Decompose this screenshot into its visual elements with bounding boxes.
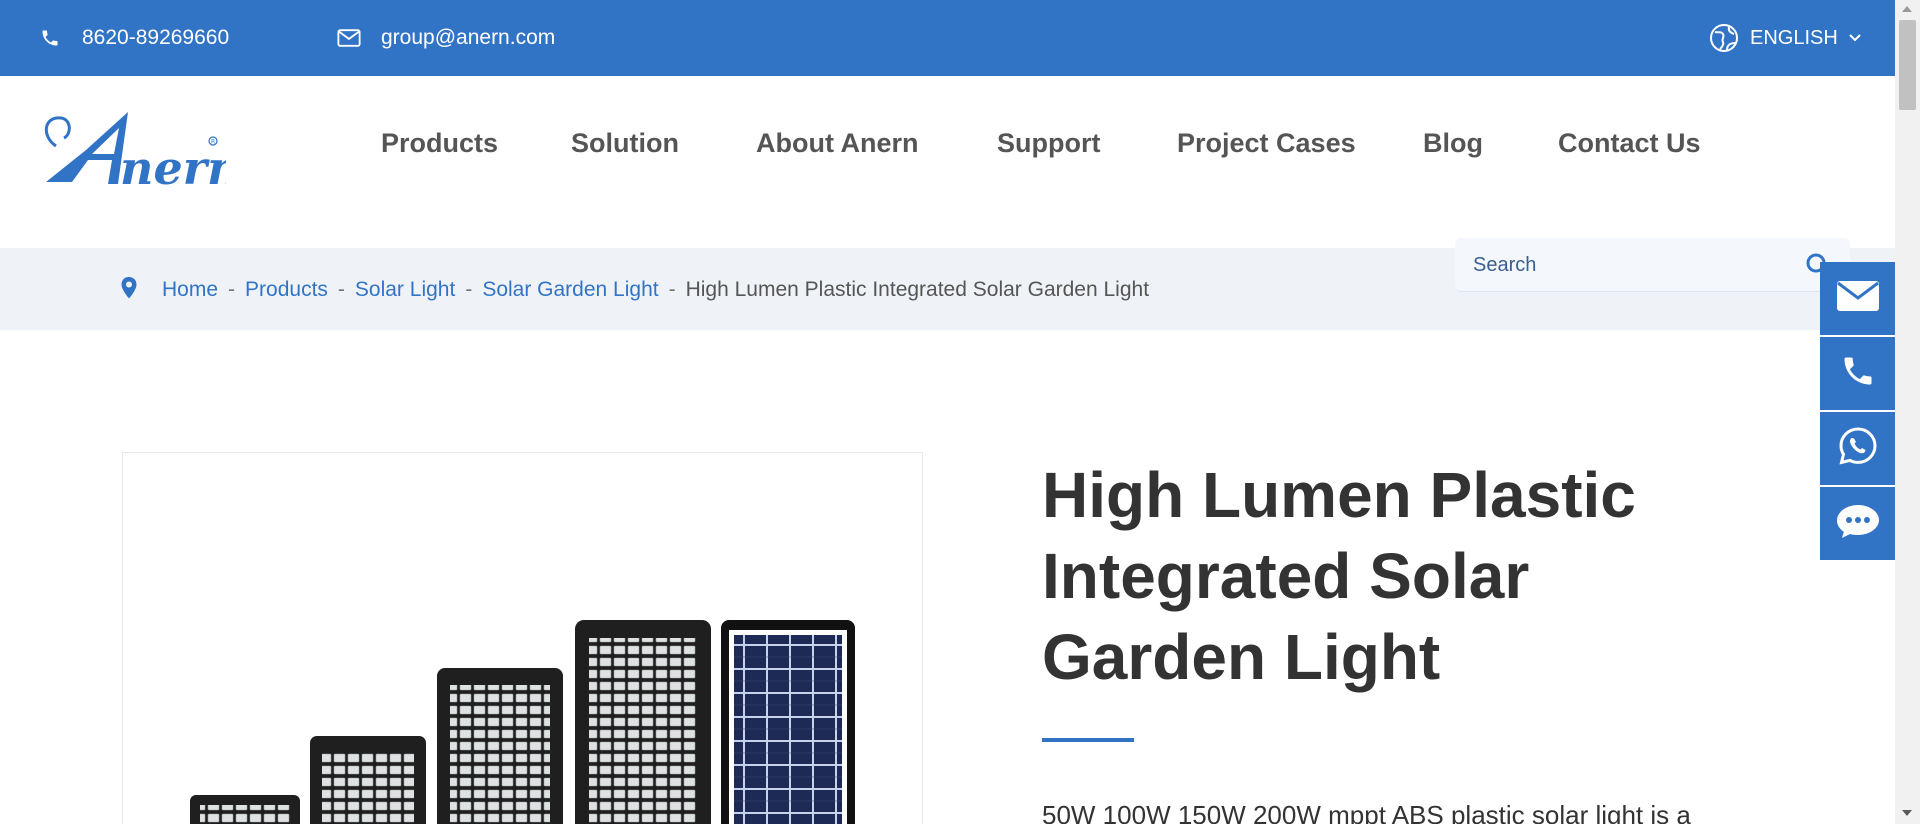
breadcrumb-products[interactable]: Products (245, 278, 328, 301)
breadcrumb: Home - Products - Solar Light - Solar Garden L… (162, 278, 1149, 302)
scrollbar-thumb[interactable] (1899, 20, 1916, 110)
nav-project-cases[interactable]: Project Cases (1177, 128, 1356, 159)
breadcrumb-separator: - (668, 278, 676, 301)
svg-text:nern: nern (120, 141, 226, 195)
phone-link[interactable]: 8620-89269660 (38, 0, 229, 76)
nav-contact-us[interactable]: Contact Us (1558, 128, 1701, 159)
scroll-up-arrow-icon[interactable] (1902, 6, 1912, 12)
title-divider (1042, 738, 1134, 742)
mail-icon (1836, 280, 1880, 317)
search-input[interactable] (1473, 248, 1773, 282)
product-title: High Lumen Plastic Integrated Solar Gard… (1042, 455, 1742, 698)
language-selector[interactable]: ENGLISH (1708, 0, 1862, 76)
product-title-line: Garden Light (1042, 621, 1441, 693)
top-contact-bar: 8620-89269660 group@anern.com ENGLISH (0, 0, 1895, 76)
nav-support[interactable]: Support (997, 128, 1100, 159)
side-chat-button[interactable] (1820, 487, 1895, 560)
breadcrumb-separator: - (228, 278, 236, 301)
product-image[interactable] (122, 452, 923, 824)
nav-solution[interactable]: Solution (571, 128, 679, 159)
nav-products[interactable]: Products (381, 128, 498, 159)
language-label: ENGLISH (1750, 26, 1838, 49)
product-title-line: High Lumen Plastic (1042, 459, 1636, 531)
breadcrumb-current: High Lumen Plastic Integrated Solar Gard… (685, 278, 1150, 301)
scroll-down-arrow-icon[interactable] (1902, 810, 1912, 816)
breadcrumb-separator: - (465, 278, 473, 301)
page-scrollbar[interactable] (1895, 0, 1920, 824)
product-title-line: Integrated Solar (1042, 540, 1530, 612)
breadcrumb-solar-garden-light[interactable]: Solar Garden Light (482, 278, 658, 301)
whatsapp-icon (1838, 426, 1878, 471)
side-email-button[interactable] (1820, 262, 1895, 335)
chevron-down-icon (1848, 33, 1862, 43)
side-phone-button[interactable] (1820, 337, 1895, 410)
phone-icon (38, 26, 62, 50)
globe-icon (1708, 22, 1740, 54)
breadcrumb-home[interactable]: Home (162, 278, 218, 301)
location-pin-icon (120, 276, 138, 300)
anern-logo[interactable]: nern R (36, 106, 240, 206)
site-header: nern R Products Solution About Anern Sup… (0, 76, 1895, 248)
phone-number: 8620-89269660 (82, 26, 230, 49)
side-whatsapp-button[interactable] (1820, 412, 1895, 485)
email-address: group@anern.com (381, 26, 556, 49)
product-description: 50W 100W 150W 200W mppt ABS plastic sola… (1042, 800, 1691, 824)
breadcrumb-separator: - (337, 278, 345, 301)
search-box (1455, 238, 1850, 292)
breadcrumb-solar-light[interactable]: Solar Light (355, 278, 455, 301)
nav-blog[interactable]: Blog (1423, 128, 1483, 159)
chat-icon (1836, 503, 1880, 544)
phone-icon (1840, 353, 1876, 394)
mail-icon (337, 26, 361, 50)
nav-about-anern[interactable]: About Anern (756, 128, 918, 159)
email-link[interactable]: group@anern.com (337, 0, 555, 76)
svg-text:R: R (211, 139, 215, 146)
